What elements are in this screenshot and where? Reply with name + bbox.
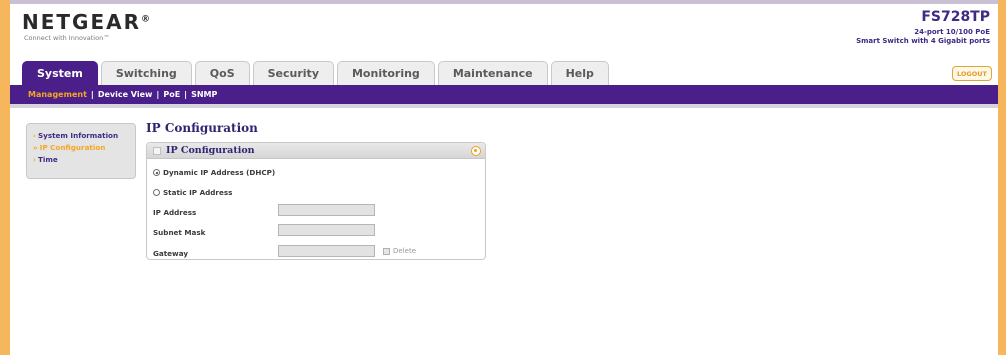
- model-desc-line1: 24-port 10/100 PoE: [914, 28, 990, 36]
- page-title: IP Configuration: [146, 121, 258, 135]
- tab-maintenance[interactable]: Maintenance: [437, 61, 548, 85]
- collapse-box-icon[interactable]: [153, 147, 161, 155]
- sub-navigation: Management | Device View | PoE | SNMP: [10, 85, 998, 104]
- static-ip-radio[interactable]: [153, 189, 160, 196]
- dhcp-radio[interactable]: [153, 169, 160, 176]
- left-menu: › System Information » IP Configuration › T…: [26, 123, 136, 179]
- help-circle-icon[interactable]: [471, 146, 481, 156]
- right-frame-bar: [998, 0, 1006, 355]
- left-frame-bar: [0, 0, 10, 355]
- dhcp-option[interactable]: Dynamic IP Address (DHCP): [153, 168, 275, 177]
- menu-item-time[interactable]: › Time: [33, 154, 135, 166]
- tab-system[interactable]: System: [22, 61, 98, 85]
- subnav-management[interactable]: Management: [28, 90, 91, 99]
- ip-address-field[interactable]: [278, 204, 375, 216]
- gateway-label: Gateway: [153, 249, 189, 258]
- delete-checkbox[interactable]: [383, 247, 390, 255]
- top-border: [0, 0, 1006, 4]
- subnav-device-view[interactable]: Device View: [94, 90, 157, 99]
- model-desc-line2: Smart Switch with 4 Gigabit ports: [856, 37, 990, 45]
- model-description: 24-port 10/100 PoE Smart Switch with 4 G…: [856, 28, 990, 46]
- tab-help[interactable]: Help: [550, 61, 609, 85]
- menu-item-ip-configuration[interactable]: » IP Configuration: [33, 142, 135, 154]
- delete-option[interactable]: Delete: [383, 247, 416, 255]
- tab-security[interactable]: Security: [252, 61, 334, 85]
- ip-configuration-panel: IP Configuration Dynamic IP Address (DHC…: [146, 142, 486, 260]
- panel-title: IP Configuration: [166, 145, 255, 156]
- nav-divider: [10, 104, 998, 108]
- dhcp-label: Dynamic IP Address (DHCP): [163, 168, 276, 177]
- arrow-right-icon: ›: [33, 131, 36, 140]
- subnav-poe[interactable]: PoE: [159, 90, 184, 99]
- tab-switching[interactable]: Switching: [100, 61, 192, 85]
- delete-label: Delete: [393, 247, 416, 255]
- ip-address-label: IP Address: [153, 208, 197, 217]
- gateway-field[interactable]: [278, 245, 375, 257]
- panel-header: IP Configuration: [147, 143, 485, 159]
- subnet-mask-label: Subnet Mask: [153, 228, 206, 237]
- model-name: FS728TP: [921, 9, 990, 25]
- arrow-right-icon: »: [33, 143, 38, 152]
- main-tabs: System Switching QoS Security Monitoring…: [22, 61, 609, 85]
- static-ip-option[interactable]: Static IP Address: [153, 188, 232, 197]
- static-ip-label: Static IP Address: [163, 188, 233, 197]
- logout-button[interactable]: LOGOUT: [952, 66, 992, 81]
- arrow-right-icon: ›: [33, 155, 36, 164]
- subnet-mask-field[interactable]: [278, 224, 375, 236]
- netgear-logo: NETGEAR®: [22, 10, 150, 34]
- subnav-snmp[interactable]: SNMP: [187, 90, 221, 99]
- tagline: Connect with Innovation™: [24, 34, 110, 42]
- menu-item-system-information[interactable]: › System Information: [33, 130, 135, 142]
- tab-monitoring[interactable]: Monitoring: [336, 61, 435, 85]
- tab-qos[interactable]: QoS: [194, 61, 250, 85]
